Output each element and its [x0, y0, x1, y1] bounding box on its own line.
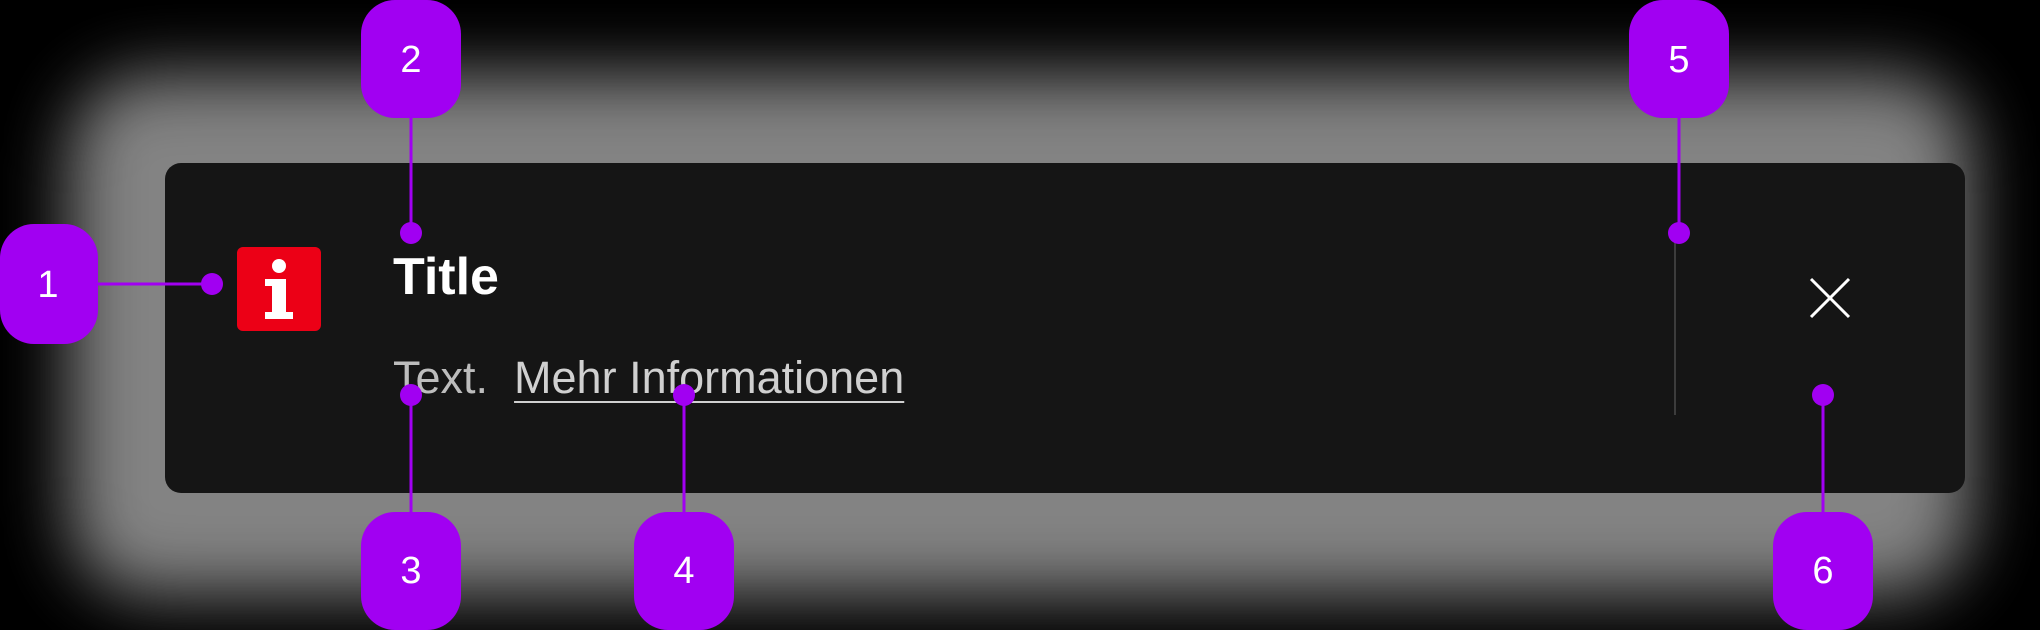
- annotation-number-2: 2: [400, 39, 421, 81]
- annotation-number-3: 3: [400, 550, 421, 592]
- annotation-number-6: 6: [1812, 550, 1833, 592]
- annotation-number-1: 1: [37, 264, 58, 306]
- annotation-overlay: 1 2 3 4 5 6: [0, 0, 1873, 630]
- annotation-number-4: 4: [673, 550, 694, 592]
- annotation-number-5: 5: [1668, 39, 1689, 81]
